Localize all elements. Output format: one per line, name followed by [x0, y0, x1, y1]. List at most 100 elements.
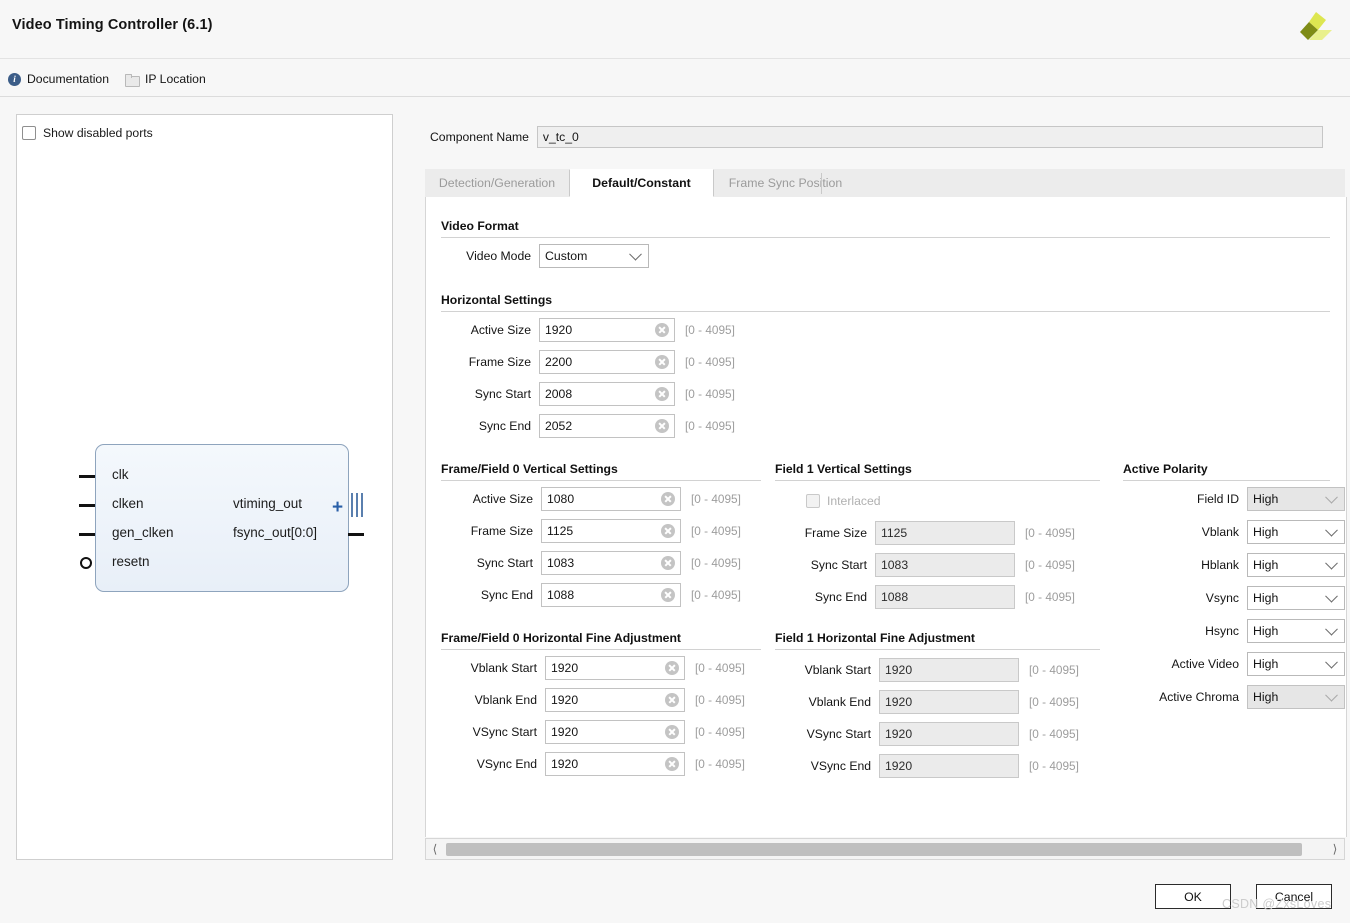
interlaced-checkbox[interactable]: [806, 494, 820, 508]
label-hf0-vblank-end: Vblank End: [474, 693, 537, 707]
clear-icon[interactable]: [661, 492, 675, 506]
clear-icon[interactable]: [655, 323, 669, 337]
input-v0-sync-end[interactable]: 1088: [541, 583, 681, 607]
value-hf1-vblank-end: 1920: [885, 695, 913, 709]
range-hf1-vsync-start: [0 - 4095]: [1029, 727, 1079, 741]
field-hf0-vsync-end: VSync End 1920 [0 - 4095]: [441, 752, 745, 776]
scrollbar-thumb[interactable]: [446, 842, 1302, 856]
input-v0-sync-start[interactable]: 1083: [541, 551, 681, 575]
field-pol-hsync: Hsync High: [1123, 619, 1345, 643]
label-pol-field-id: Field ID: [1197, 492, 1239, 506]
section-rule-horizontal: [441, 311, 1330, 312]
range-h-sync-start: [0 - 4095]: [685, 387, 735, 401]
input-h-frame-size[interactable]: 2200: [539, 350, 675, 374]
field-pol-active-video: Active Video High: [1123, 652, 1345, 676]
expand-plus-icon[interactable]: +: [332, 498, 343, 517]
show-disabled-ports-row[interactable]: Show disabled ports: [22, 126, 153, 140]
ip-location-link[interactable]: IP Location: [124, 72, 206, 87]
clear-icon[interactable]: [661, 588, 675, 602]
clear-icon[interactable]: [665, 757, 679, 771]
select-pol-vblank[interactable]: High: [1247, 520, 1345, 544]
input-hf0-vblank-end[interactable]: 1920: [545, 688, 685, 712]
input-hf0-vsync-start[interactable]: 1920: [545, 720, 685, 744]
label-pol-hsync: Hsync: [1205, 624, 1239, 638]
default-constant-panel: Video Format Video Mode Custom Horizonta…: [425, 197, 1347, 837]
section-rule-ff0-hfine: [441, 649, 761, 650]
clear-icon[interactable]: [655, 355, 669, 369]
component-name-input[interactable]: [536, 126, 1323, 148]
value-h-active-size: 1920: [545, 323, 573, 337]
chevron-down-icon: [629, 247, 642, 261]
value-h-frame-size: 2200: [545, 355, 573, 369]
value-pol-active-video: High: [1253, 657, 1279, 671]
input-h-active-size[interactable]: 1920: [539, 318, 675, 342]
select-video-mode[interactable]: Custom: [539, 244, 649, 268]
ok-button[interactable]: OK: [1155, 884, 1231, 909]
value-pol-hblank: High: [1253, 558, 1279, 572]
clear-icon[interactable]: [661, 556, 675, 570]
range-v0-frame-size: [0 - 4095]: [691, 524, 741, 538]
pin-stub-clk: [79, 475, 95, 478]
interlaced-label: Interlaced: [827, 494, 881, 508]
select-pol-active-video[interactable]: High: [1247, 652, 1345, 676]
field-hf1-vblank-start: Vblank Start 1920 [0 - 4095]: [775, 658, 1079, 682]
range-h-sync-end: [0 - 4095]: [685, 419, 735, 433]
label-v1-sync-end: Sync End: [814, 590, 867, 604]
section-title-horizontal: Horizontal Settings: [441, 293, 553, 307]
label-hf0-vblank-start: Vblank Start: [470, 661, 537, 675]
pin-label-resetn: resetn: [112, 554, 150, 569]
field-hf0-vblank-end: Vblank End 1920 [0 - 4095]: [441, 688, 745, 712]
pin-label-fsync-out: fsync_out[0:0]: [233, 525, 318, 540]
tab-strip: Detection/Generation Default/Constant Fr…: [425, 169, 1345, 198]
value-hf0-vblank-end: 1920: [551, 693, 579, 707]
value-hf1-vsync-end: 1920: [885, 759, 913, 773]
input-v0-active-size[interactable]: 1080: [541, 487, 681, 511]
label-pol-active-chroma: Active Chroma: [1159, 690, 1239, 704]
value-hf1-vsync-start: 1920: [885, 727, 913, 741]
field-interlaced[interactable]: Interlaced: [806, 489, 881, 513]
input-hf0-vsync-end[interactable]: 1920: [545, 752, 685, 776]
clear-icon[interactable]: [665, 725, 679, 739]
value-v0-active-size: 1080: [547, 492, 575, 506]
section-title-ff0-hfine: Frame/Field 0 Horizontal Fine Adjustment: [441, 631, 681, 645]
field-pol-hblank: Hblank High: [1123, 553, 1345, 577]
label-v1-sync-start: Sync Start: [810, 558, 867, 572]
scroll-right-icon[interactable]: ⟩: [1326, 842, 1344, 856]
show-disabled-ports-checkbox[interactable]: [22, 126, 36, 140]
field-pol-vsync: Vsync High: [1123, 586, 1345, 610]
value-pol-active-chroma: High: [1253, 690, 1279, 704]
tab-detection-generation[interactable]: Detection/Generation: [425, 169, 569, 197]
clear-icon[interactable]: [655, 419, 669, 433]
field-v0-sync-start: Sync Start 1083 [0 - 4095]: [441, 551, 741, 575]
clear-icon[interactable]: [655, 387, 669, 401]
pin-label-gen-clken: gen_clken: [112, 525, 174, 540]
input-h-sync-end[interactable]: 2052: [539, 414, 675, 438]
field-v1-sync-end: Sync End 1088 [0 - 4095]: [775, 585, 1075, 609]
label-v0-active-size: Active Size: [472, 492, 533, 506]
tab-frame-sync-position[interactable]: Frame Sync Position: [714, 169, 857, 197]
clear-icon[interactable]: [661, 524, 675, 538]
range-hf0-vblank-start: [0 - 4095]: [695, 661, 745, 675]
select-video-mode-value: Custom: [545, 249, 588, 263]
input-v1-frame-size: 1125: [875, 521, 1015, 545]
scrollbar-track[interactable]: [444, 842, 1326, 856]
scroll-left-icon[interactable]: ⟨: [426, 842, 444, 856]
input-hf0-vblank-start[interactable]: 1920: [545, 656, 685, 680]
chevron-down-icon: [1325, 688, 1338, 702]
label-pol-active-video: Active Video: [1171, 657, 1239, 671]
range-v0-sync-start: [0 - 4095]: [691, 556, 741, 570]
tab-default-constant[interactable]: Default/Constant: [569, 169, 714, 197]
documentation-link[interactable]: i Documentation: [8, 72, 109, 86]
field-h-sync-end: Sync End 2052 [0 - 4095]: [441, 414, 735, 438]
input-v0-frame-size[interactable]: 1125: [541, 519, 681, 543]
panel-horizontal-scrollbar[interactable]: ⟨ ⟩: [425, 838, 1345, 860]
select-pol-hsync[interactable]: High: [1247, 619, 1345, 643]
value-h-sync-end: 2052: [545, 419, 573, 433]
clear-icon[interactable]: [665, 661, 679, 675]
clear-icon[interactable]: [665, 693, 679, 707]
select-pol-hblank[interactable]: High: [1247, 553, 1345, 577]
symbol-body: [95, 444, 349, 592]
input-h-sync-start[interactable]: 2008: [539, 382, 675, 406]
pin-stub-fsync-out: [348, 533, 364, 536]
select-pol-vsync[interactable]: High: [1247, 586, 1345, 610]
